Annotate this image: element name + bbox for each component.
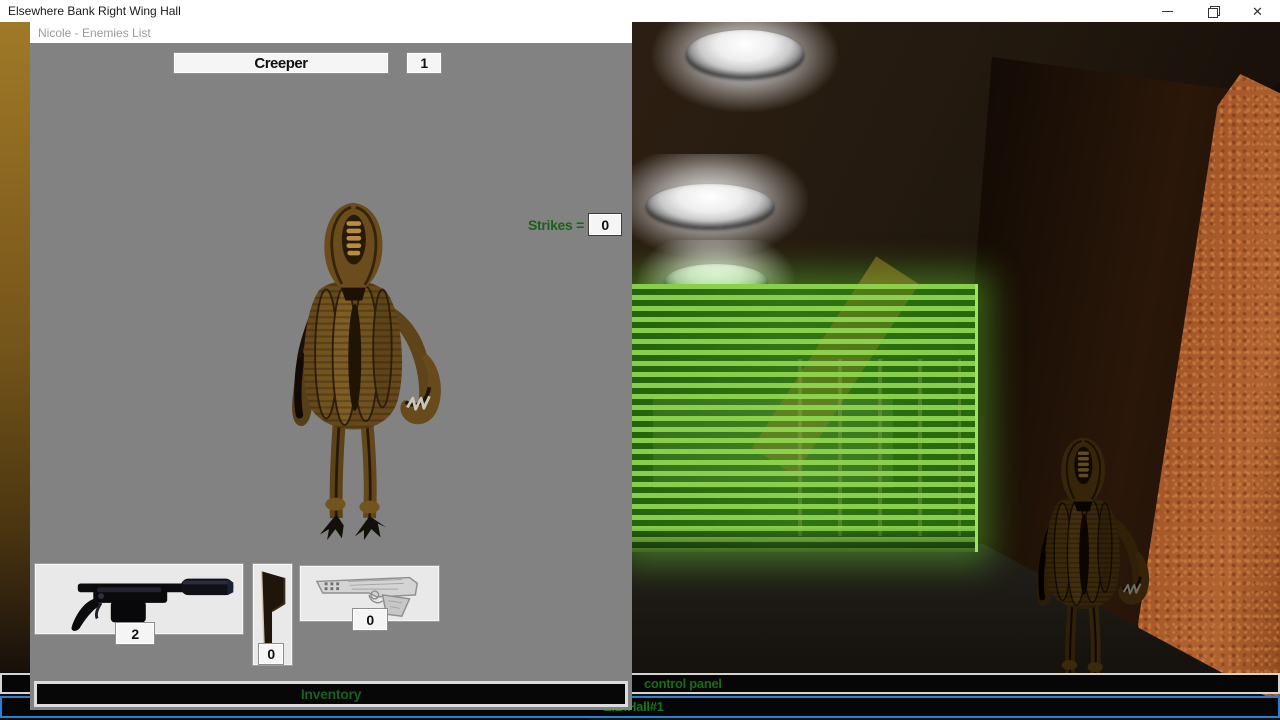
ceiling-light (652, 22, 838, 112)
restore-icon (1208, 6, 1218, 16)
window-titlebar[interactable]: Elsewhere Bank Right Wing Hall ✕ (0, 0, 1280, 22)
restore-button[interactable] (1190, 0, 1235, 22)
minimize-icon (1162, 11, 1173, 12)
strikes-label: Strikes = (522, 217, 584, 233)
window-controls: ✕ (1145, 0, 1280, 22)
enemy-count-box: 1 (406, 52, 442, 74)
enemy-name-box[interactable]: Creeper (173, 52, 389, 74)
close-button[interactable]: ✕ (1235, 0, 1280, 22)
pistol-ammo-count: 0 (352, 608, 388, 631)
laser-grid-barrier (632, 284, 978, 552)
panel-titlebar[interactable]: Nicole - Enemies List (30, 22, 632, 43)
laser-grid-fade (632, 526, 975, 552)
control-panel-bar-label: control panel (644, 675, 722, 692)
close-icon: ✕ (1252, 5, 1263, 18)
inventory-button[interactable]: Inventory (34, 681, 628, 707)
left-wall (0, 22, 30, 672)
window-title: Elsewhere Bank Right Wing Hall (0, 4, 1145, 18)
knife-count: 0 (258, 643, 284, 665)
creeper-enemy-portrait (246, 182, 458, 548)
strikes-value-box: 0 (588, 213, 622, 236)
panel-title: Nicole - Enemies List (30, 26, 151, 40)
game-window: control panel E.B.Hall#1 Nicole - Enemie… (0, 0, 1280, 720)
laser-grid-stripes (632, 284, 975, 552)
enemies-list-panel: Nicole - Enemies List Creeper 1 Strikes … (30, 22, 632, 710)
creeper-enemy-in-hall (1002, 422, 1162, 698)
minimize-button[interactable] (1145, 0, 1190, 22)
shotgun-ammo-count: 2 (115, 622, 155, 645)
